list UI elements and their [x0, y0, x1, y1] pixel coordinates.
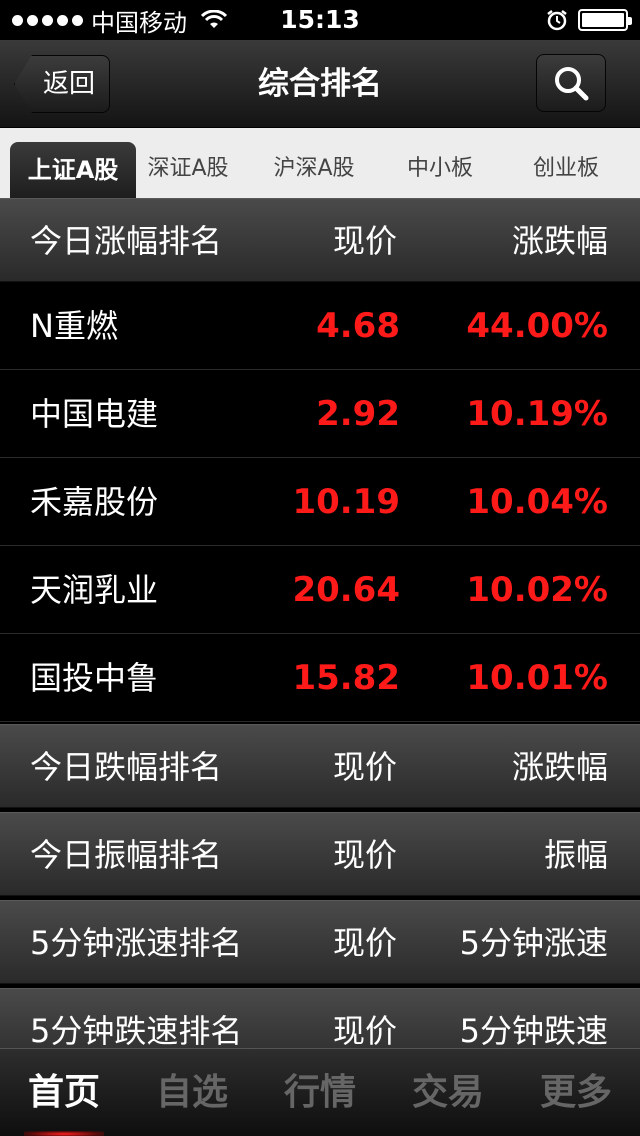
stock-change: 44.00% [466, 306, 608, 346]
tab-sme-board[interactable]: 中小板 [386, 128, 494, 198]
stock-change: 10.02% [466, 570, 608, 610]
status-right [546, 0, 632, 40]
section-title: 今日涨幅排名 [30, 222, 223, 260]
table-row[interactable]: 天润乳业 20.64 10.02% [0, 546, 640, 634]
tab-home[interactable]: 首页 [0, 1049, 128, 1136]
tab-trade[interactable]: 交易 [384, 1049, 512, 1136]
tab-shenzhen-a[interactable]: 深证A股 [136, 128, 240, 198]
column-price-header: 现价 [332, 924, 397, 962]
search-icon [555, 67, 589, 101]
status-bar: 中国移动 15:13 [0, 0, 640, 40]
section-header-amplitude[interactable]: 今日振幅排名 现价 振幅 [0, 812, 640, 896]
column-price-header: 现价 [332, 836, 397, 874]
status-time: 15:13 [280, 5, 360, 34]
stock-price: 2.92 [316, 394, 400, 434]
section-title: 今日振幅排名 [30, 836, 223, 874]
tab-market[interactable]: 行情 [256, 1049, 384, 1136]
table-row[interactable]: N重燃 4.68 44.00% [0, 282, 640, 370]
battery-icon [578, 9, 632, 31]
stock-price: 4.68 [316, 306, 400, 346]
bottom-tab-bar: 首页 自选 行情 交易 更多 [0, 1048, 640, 1136]
stock-change: 10.19% [466, 394, 608, 434]
section-title: 5分钟涨速排名 [30, 924, 243, 962]
section-title: 今日跌幅排名 [30, 748, 223, 786]
column-price-header: 现价 [332, 748, 397, 786]
table-row[interactable]: 中国电建 2.92 10.19% [0, 370, 640, 458]
stock-change: 10.04% [466, 482, 608, 522]
market-tab-bar: 上证A股 深证A股 沪深A股 中小板 创业板 [0, 128, 640, 198]
stock-name: 禾嘉股份 [30, 483, 159, 521]
stock-price: 10.19 [292, 482, 400, 522]
tab-more[interactable]: 更多 [512, 1049, 640, 1136]
section-header-speed-up[interactable]: 5分钟涨速排名 现价 5分钟涨速 [0, 900, 640, 984]
stock-name: 天润乳业 [30, 571, 159, 609]
back-button[interactable]: 返回 [14, 55, 110, 113]
stock-name: 国投中鲁 [30, 659, 159, 697]
tab-watchlist[interactable]: 自选 [128, 1049, 256, 1136]
table-row[interactable]: 国投中鲁 15.82 10.01% [0, 634, 640, 722]
section-header-loss[interactable]: 今日跌幅排名 现价 涨跌幅 [0, 724, 640, 808]
stock-name: 中国电建 [30, 395, 159, 433]
section-header-gain[interactable]: 今日涨幅排名 现价 涨跌幅 [0, 198, 640, 282]
tab-gem-board[interactable]: 创业板 [512, 128, 620, 198]
column-change-header: 涨跌幅 [511, 222, 608, 260]
tab-shanghai-a[interactable]: 上证A股 [10, 142, 136, 198]
nav-bar: 综合排名 返回 [0, 40, 640, 128]
search-button[interactable] [536, 54, 606, 112]
stock-change: 10.01% [466, 658, 608, 698]
column-change-header: 涨跌幅 [511, 748, 608, 786]
table-row[interactable]: 禾嘉股份 10.19 10.04% [0, 458, 640, 546]
stock-price: 15.82 [292, 658, 400, 698]
stock-price: 20.64 [292, 570, 400, 610]
stock-name: N重燃 [30, 307, 118, 345]
column-price-header: 现价 [332, 222, 397, 260]
column-amplitude-header: 振幅 [543, 836, 608, 874]
alarm-icon [547, 10, 567, 31]
column-speed-header: 5分钟涨速 [459, 924, 608, 962]
tab-hushen-a[interactable]: 沪深A股 [258, 128, 370, 198]
